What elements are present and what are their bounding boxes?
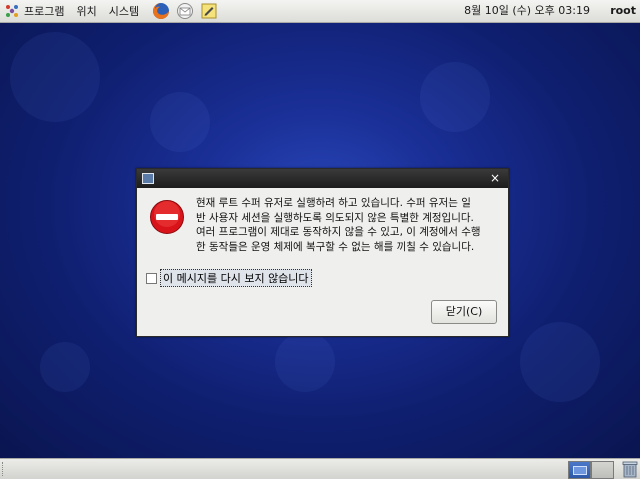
top-panel: 프로그램 위치 시스템 8월 10일 (수) 오후 03:19 root: [0, 0, 640, 23]
menu-places[interactable]: 위치: [70, 0, 102, 22]
user-menu[interactable]: root: [610, 0, 636, 22]
background-bokeh: [275, 332, 335, 392]
dialog-message: 현재 루트 수퍼 유저로 실행하려 하고 있습니다. 수퍼 유저는 일 반 사용…: [196, 197, 481, 253]
workspace-2[interactable]: [591, 461, 614, 479]
background-bokeh: [40, 342, 90, 392]
firefox-launcher[interactable]: [151, 1, 171, 21]
workspace-window-thumb: [573, 466, 587, 475]
background-bokeh: [150, 92, 210, 152]
menu-places-label: 위치: [76, 5, 97, 18]
menu-system[interactable]: 시스템: [103, 0, 145, 22]
show-desktop-handle[interactable]: [2, 462, 9, 476]
mail-launcher[interactable]: [175, 1, 195, 21]
bottom-panel: [0, 458, 640, 479]
trash-icon[interactable]: [622, 460, 638, 478]
background-bokeh: [420, 62, 490, 132]
clock[interactable]: 8월 10일 (수) 오후 03:19: [464, 0, 590, 22]
dont-show-again-checkbox[interactable]: [146, 272, 157, 284]
warning-dialog: × 현재 루트 수퍼 유저로 실행하려 하고 있습니다. 수퍼 유저는 일 반 …: [136, 168, 509, 337]
menu-applications-label: 프로그램: [24, 5, 65, 18]
foot-icon: [6, 5, 18, 17]
dialog-titlebar[interactable]: ×: [137, 169, 508, 188]
dont-show-again-row[interactable]: 이 메시지를 다시 보지 않습니다: [146, 269, 312, 287]
workspace-1[interactable]: [568, 461, 591, 479]
background-bokeh: [520, 322, 600, 402]
mail-icon: [177, 3, 194, 19]
notes-icon: [201, 3, 217, 19]
close-icon[interactable]: ×: [490, 171, 500, 185]
dont-show-again-label[interactable]: 이 메시지를 다시 보지 않습니다: [160, 269, 312, 287]
window-icon: [142, 173, 154, 184]
menu-system-label: 시스템: [108, 5, 140, 18]
background-bokeh: [10, 32, 100, 122]
stop-icon: [150, 200, 184, 234]
close-button[interactable]: 닫기(C): [431, 300, 497, 324]
notes-launcher[interactable]: [199, 1, 219, 21]
menu-applications[interactable]: 프로그램: [0, 0, 70, 22]
firefox-icon: [153, 3, 170, 19]
